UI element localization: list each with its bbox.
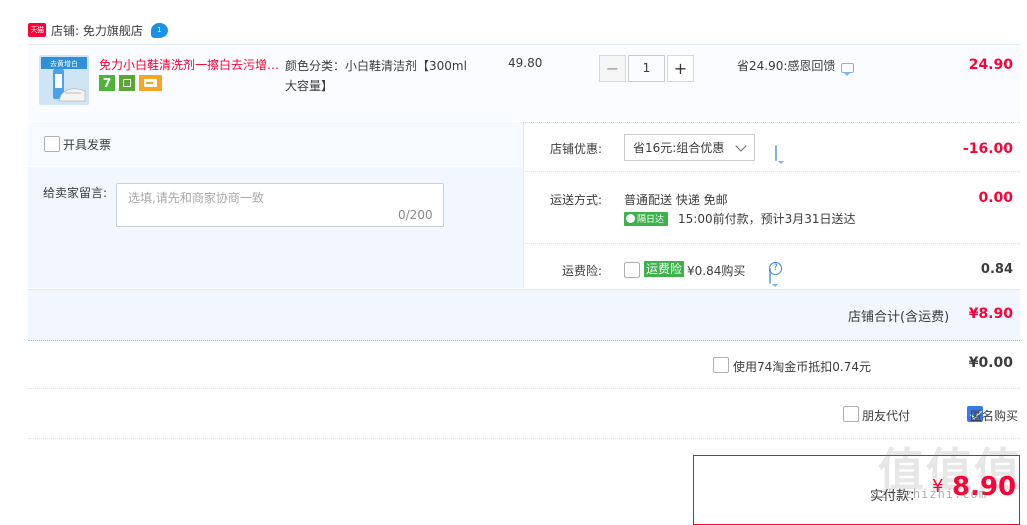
invoice-label[interactable]: 开具发票 — [63, 136, 111, 153]
credit-card-icon[interactable] — [139, 75, 162, 91]
insurance-label: 运费险: — [561, 264, 602, 278]
product-thumbnail[interactable]: 去黄增白 — [39, 55, 89, 105]
insurance-badge: 运费险 — [644, 261, 685, 277]
quantity-stepper: − 1 + — [599, 55, 694, 82]
wangwang-chat-icon[interactable]: 1 — [150, 22, 168, 38]
insurance-checkbox[interactable] — [624, 262, 640, 278]
svg-text:去黄增白: 去黄增白 — [50, 59, 78, 68]
product-title-link[interactable]: 免力小白鞋清洗剂一擦白去污增… — [99, 56, 279, 73]
shop-name-link[interactable]: 店铺: 免力旗舰店 — [51, 22, 143, 39]
increase-quantity-button[interactable]: + — [667, 55, 694, 82]
next-day-badge: 隔日达 — [624, 211, 669, 226]
clock-icon — [626, 214, 635, 223]
friend-pay-checkbox[interactable] — [843, 406, 859, 422]
coins-amount: ¥0.00 — [968, 355, 1013, 371]
item-discount-label: 省24.90:感恩回馈 — [737, 59, 836, 73]
next-day-label: 隔日达 — [637, 215, 665, 225]
tmall-logo-icon: 天猫 — [28, 23, 46, 37]
coins-checkbox[interactable] — [713, 357, 729, 373]
anonymous-label[interactable]: 匿名购买 — [970, 407, 1018, 424]
watermark-domain: zhizhizhi.com — [880, 487, 987, 501]
insurance-amount: 0.84 — [980, 262, 1013, 277]
coins-row — [28, 341, 1020, 389]
shipping-method: 普通配送 快递 免邮 — [624, 193, 728, 207]
invoice-checkbox[interactable] — [44, 136, 60, 152]
shipping-eta-line: 隔日达 15:00前付款，预计3月31日送达 — [624, 210, 856, 227]
guarantee-icon[interactable] — [119, 75, 135, 91]
coupon-select[interactable]: 省16元:组合优惠 — [624, 134, 755, 161]
shipping-eta: 15:00前付款，预计3月31日送达 — [678, 212, 856, 226]
item-discount: 省24.90:感恩回馈 — [737, 57, 855, 76]
comment-icon[interactable] — [841, 62, 855, 76]
insurance-price[interactable]: ¥0.84购买 — [687, 262, 745, 279]
shop-header: 天猫 店铺: 免力旗舰店 1 — [28, 20, 168, 40]
decrease-quantity-button[interactable]: − — [599, 55, 626, 82]
coupon-selected-value: 省16元:组合优惠 — [633, 141, 725, 155]
quantity-input[interactable]: 1 — [628, 55, 665, 82]
help-icon[interactable]: ? — [769, 262, 782, 275]
friend-pay-label[interactable]: 朋友代付 — [862, 407, 910, 424]
shop-total-label: 店铺合计(含运费) — [848, 310, 950, 325]
shipping-label: 运送方式: — [549, 193, 602, 207]
coupon-comment-icon[interactable] — [775, 145, 777, 161]
unit-price: 49.80 — [508, 56, 543, 70]
chevron-down-icon — [735, 140, 747, 152]
shipping-amount: 0.00 — [978, 190, 1013, 206]
coupon-amount: -16.00 — [962, 141, 1013, 157]
service-icons: 7 — [99, 75, 162, 91]
seven-day-return-icon[interactable]: 7 — [99, 75, 115, 91]
shop-total-amount: ¥8.90 — [968, 306, 1013, 322]
item-total: 24.90 — [968, 57, 1013, 73]
coupon-label: 店铺优惠: — [549, 142, 602, 156]
shipping-row — [523, 172, 1020, 244]
message-label: 给卖家留言: — [43, 186, 108, 200]
sku-info: 颜色分类：小白鞋清洁剂【300ml大容量】 — [285, 59, 467, 93]
message-char-counter: 0/200 — [398, 208, 433, 222]
coins-label[interactable]: 使用74淘金币抵扣0.74元 — [733, 358, 871, 375]
seller-message-placeholder: 选填,请先和商家协商一致 — [128, 191, 264, 205]
